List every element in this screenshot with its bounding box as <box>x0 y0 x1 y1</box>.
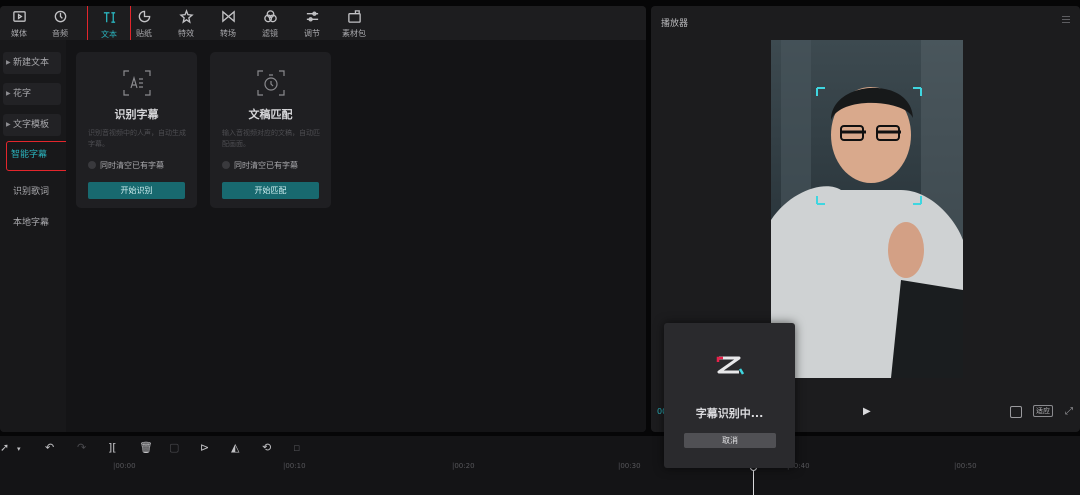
play-circle-icon[interactable]: ⊳ <box>200 441 209 454</box>
toolbar-media[interactable]: 媒体 <box>0 6 39 40</box>
undo-icon[interactable]: ↶ <box>45 441 54 454</box>
adjust-icon <box>292 9 332 29</box>
ratio-button[interactable]: 适应 <box>1033 405 1053 417</box>
filter-icon <box>250 9 290 29</box>
rotate-icon[interactable]: ⟲ <box>262 441 271 454</box>
cancel-button[interactable]: 取消 <box>684 433 776 448</box>
clear-existing-checkbox[interactable]: 同时清空已有字幕 <box>88 160 164 171</box>
select-cursor-icon[interactable]: ➚ <box>0 441 9 454</box>
top-toolbar: 媒体 音频 文本 贴纸 特效 转场 滤镜 调节 素材包 <box>0 6 646 41</box>
menu-icon[interactable] <box>1062 16 1070 25</box>
clear-existing-checkbox[interactable]: 同时清空已有字幕 <box>222 160 298 171</box>
nav-local-subtitle[interactable]: 本地字幕 <box>3 212 61 234</box>
nav-recognize-lyrics[interactable]: 识别歌词 <box>3 181 61 203</box>
capcut-logo-icon <box>716 356 745 375</box>
radio-circle-icon <box>88 161 96 169</box>
start-match-button[interactable]: 开始匹配 <box>222 182 319 199</box>
delete-icon[interactable]: 🗑 <box>139 441 153 454</box>
text-category-nav: ▶ 新建文本 ▶ 花字 ▶ 文字模板 智能字幕 识别歌词 本地字幕 <box>0 40 69 432</box>
recognizing-message: 字幕识别中... <box>695 407 764 420</box>
caret-right-icon: ▶ <box>6 121 11 128</box>
redo-icon[interactable]: ↷ <box>77 441 86 454</box>
fit-screen-icon[interactable] <box>1010 406 1022 418</box>
nav-new-text[interactable]: ▶ 新建文本 <box>3 52 61 74</box>
media-library-panel: 媒体 音频 文本 贴纸 特效 转场 滤镜 调节 素材包 ▶ 新建文本 ▶ 花字 … <box>0 6 646 432</box>
material-pack-icon <box>334 9 374 29</box>
chevron-down-icon[interactable]: ▾ <box>17 445 21 453</box>
split-icon[interactable]: ][ <box>108 441 117 454</box>
person-video-frame <box>771 40 963 378</box>
toolbar-material-pack[interactable]: 素材包 <box>334 6 374 40</box>
nav-fancy-text[interactable]: ▶ 花字 <box>3 83 61 105</box>
video-preview[interactable] <box>771 40 963 378</box>
radio-circle-icon <box>222 161 230 169</box>
timeline-ruler[interactable]: |00:00 |00:10 |00:20 |00:30 |00:40 |00:5… <box>0 460 1080 495</box>
transition-icon <box>208 9 248 29</box>
nav-text-template[interactable]: ▶ 文字模板 <box>3 114 61 136</box>
toolbar-adjust[interactable]: 调节 <box>292 6 332 40</box>
toolbar-audio[interactable]: 音频 <box>40 6 80 40</box>
mirror-icon[interactable]: ◭ <box>231 441 239 454</box>
media-icon <box>0 9 39 29</box>
caret-right-icon: ▶ <box>6 59 11 66</box>
toolbar-sticker[interactable]: 贴纸 <box>124 6 164 40</box>
player-title: 播放器 <box>661 19 689 29</box>
recognize-subtitle-card: 识别字幕 识别音视频中的人声，自动生成字幕。 同时清空已有字幕 开始识别 <box>76 52 197 208</box>
smart-subtitle-content: 识别字幕 识别音视频中的人声，自动生成字幕。 同时清空已有字幕 开始识别 文稿匹… <box>66 40 646 432</box>
timeline-toolbar: ➚ ▾ ↶ ↷ ][ 🗑 ▢ ⊳ ◭ ⟲ ▫ <box>0 436 1080 460</box>
recognition-progress-dialog: 字幕识别中... 取消 <box>664 323 795 468</box>
crop-icon[interactable]: ▫ <box>293 441 300 454</box>
script-match-card: 文稿匹配 输入音视频对应的文稿，自动匹配画面。 同时清空已有字幕 开始匹配 <box>210 52 331 208</box>
toolbar-effects[interactable]: 特效 <box>166 6 206 40</box>
caret-right-icon: ▶ <box>6 90 11 97</box>
sticker-icon <box>124 9 164 29</box>
timeline-panel: ➚ ▾ ↶ ↷ ][ 🗑 ▢ ⊳ ◭ ⟲ ▫ |00:00 |00:10 |00… <box>0 436 1080 495</box>
subtitle-recognize-icon <box>123 70 151 96</box>
fullscreen-icon[interactable]: ⤢ <box>1065 406 1073 417</box>
audio-icon <box>40 9 80 29</box>
start-recognize-button[interactable]: 开始识别 <box>88 182 185 199</box>
toolbar-transition[interactable]: 转场 <box>208 6 248 40</box>
effects-icon <box>166 9 206 29</box>
toolbar-filter[interactable]: 滤镜 <box>250 6 290 40</box>
script-match-icon <box>257 70 285 96</box>
play-icon[interactable]: ▶ <box>863 406 871 417</box>
freeze-icon[interactable]: ▢ <box>169 441 179 454</box>
nav-smart-subtitle[interactable]: 智能字幕 <box>6 141 69 171</box>
